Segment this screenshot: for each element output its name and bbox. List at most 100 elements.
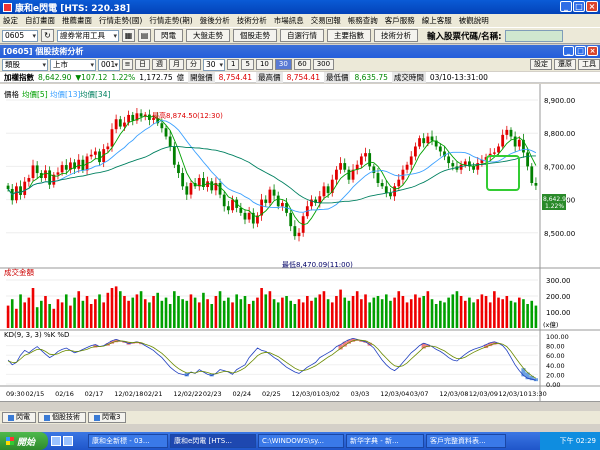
axis-labels: 8,900.008,800.008,700.008,600.008,500.00… <box>6 97 575 398</box>
child-close-icon[interactable]: × <box>587 46 598 56</box>
flash-button[interactable]: 閃電 <box>154 29 183 42</box>
menu-recommended[interactable]: 推薦畫面 <box>62 15 92 26</box>
stock-code-combo[interactable]: 0605 <box>2 29 38 42</box>
maximize-icon[interactable]: □ <box>573 1 585 12</box>
mult-1-button[interactable]: 1 <box>227 59 240 70</box>
volume-bar <box>35 307 39 328</box>
menu-custom-screen[interactable]: 自訂畫面 <box>25 15 55 26</box>
mult-30-button[interactable]: 30 <box>274 59 292 70</box>
menu-online-support[interactable]: 線上客服 <box>422 15 452 26</box>
period-week-button[interactable]: 週 <box>152 59 167 70</box>
tab-technical[interactable]: 個股技術 <box>38 412 86 423</box>
mult-300-button[interactable]: 300 <box>312 59 335 70</box>
settings-button[interactable]: 設定 <box>530 59 552 70</box>
volume-bar <box>6 305 10 328</box>
os-taskbar: 開始 康和全新標 - 03... 康和e閃電 [HTS... C:\WINDOW… <box>0 432 600 450</box>
menu-market-info[interactable]: 市場訊息 <box>274 15 304 26</box>
candle-body <box>226 206 230 211</box>
market-combo[interactable]: 上市 <box>50 58 96 71</box>
candle-body <box>409 156 413 165</box>
tab-flash[interactable]: 閃電 <box>2 412 36 423</box>
refresh-icon[interactable]: ↻ <box>41 29 54 42</box>
close-icon[interactable]: × <box>586 1 598 12</box>
child-minimize-icon[interactable]: _ <box>563 46 574 56</box>
mult-5-button[interactable]: 5 <box>241 59 254 70</box>
watchlist-button[interactable]: 自選行情 <box>280 29 324 42</box>
x-tick-label: 12/03/09 <box>469 390 498 398</box>
period-day-button[interactable]: 日 <box>135 59 150 70</box>
task-item-3[interactable]: C:\WINDOWS\sy... <box>258 434 344 448</box>
child-window-title-bar: [0605] 個股技術分析 _ □ × <box>0 45 600 58</box>
index-change: ▼107.12 <box>75 72 108 82</box>
candle-body <box>505 129 509 135</box>
volume-bar <box>355 291 359 328</box>
menu-service[interactable]: 客戶服務 <box>385 15 415 26</box>
mult-10-button[interactable]: 10 <box>255 59 273 70</box>
menu-quotes-futures[interactable]: 行情走勢(期) <box>149 15 192 26</box>
menu-technical[interactable]: 技術分析 <box>237 15 267 26</box>
menu-quotes-stock[interactable]: 行情走勢(國) <box>99 15 142 26</box>
tools-combo[interactable]: 證券常用工具 <box>57 29 119 42</box>
candle-body <box>438 146 442 152</box>
volume-bar <box>60 302 64 328</box>
chart-svg[interactable]: 價格 均價[5] 均價[13] 均價[34] 8,900.00 8,800.00 8… <box>0 84 600 402</box>
restore-button[interactable]: 還原 <box>554 59 576 70</box>
volume-bar <box>206 299 209 328</box>
volume-bar <box>530 300 534 328</box>
window-title: 康和e閃電 [HTS: 220.38] <box>15 3 131 14</box>
period-month-button[interactable]: 月 <box>169 59 184 70</box>
minute-combo[interactable]: 30 <box>203 58 225 71</box>
task-item-5[interactable]: 客戶完整資料表... <box>426 434 506 448</box>
candle-body <box>222 194 226 207</box>
menu-settings[interactable]: 設定 <box>3 15 18 26</box>
mult-60-button[interactable]: 60 <box>293 59 311 70</box>
candle-body <box>164 128 168 137</box>
candle-body <box>114 119 118 130</box>
minimize-icon[interactable]: _ <box>560 1 572 12</box>
volume-bar <box>110 288 114 328</box>
print-icon[interactable]: ▤ <box>138 29 151 42</box>
technical-analysis-button[interactable]: 技術分析 <box>374 29 418 42</box>
candle-body <box>289 212 293 227</box>
volume-bar <box>289 300 293 328</box>
tab-flash3[interactable]: 閃電3 <box>88 412 127 423</box>
candle-body <box>517 139 521 147</box>
period-minute-button[interactable]: 分 <box>186 59 201 70</box>
stock-trend-button[interactable]: 個股走勢 <box>233 29 277 42</box>
child-restore-icon[interactable]: □ <box>575 46 586 56</box>
search-input[interactable] <box>504 29 563 42</box>
major-index-button[interactable]: 主要指數 <box>327 29 371 42</box>
stock-list-icon[interactable]: ≡ <box>122 59 133 70</box>
candle-body <box>27 178 31 182</box>
grid-icon[interactable]: ▦ <box>122 29 135 42</box>
menu-help[interactable]: 被觀說明 <box>459 15 489 26</box>
tab-icon <box>94 414 100 421</box>
ie-icon[interactable] <box>51 436 61 446</box>
volume-bar <box>376 296 380 328</box>
task-item-1[interactable]: 康和全新標 - 03... <box>88 434 168 448</box>
volume-bar <box>426 291 430 328</box>
candle-body <box>231 199 234 211</box>
candle-body <box>23 181 27 195</box>
volume-tick-label: 200.00 <box>546 293 571 301</box>
market-trend-button[interactable]: 大盤走勢 <box>186 29 230 42</box>
task-item-2[interactable]: 康和e閃電 [HTS... <box>170 434 256 448</box>
category-combo[interactable]: 類股 <box>2 58 48 71</box>
menu-trade-report[interactable]: 交易回報 <box>311 15 341 26</box>
desktop-icon[interactable] <box>63 436 73 446</box>
tools-button[interactable]: 工具 <box>578 59 600 70</box>
index-code-combo[interactable]: 001 <box>98 58 120 71</box>
index-pct: 1.22% <box>111 72 136 82</box>
menu-bar: 設定 自訂畫面 推薦畫面 行情走勢(國) 行情走勢(期) 盤後分析 技術分析 市… <box>0 14 600 27</box>
volume-unit: 億 <box>176 72 185 82</box>
volume-bar <box>480 294 484 328</box>
technical-chart[interactable]: 價格 均價[5] 均價[13] 均價[34] 8,900.00 8,800.00 8… <box>0 84 600 402</box>
volume-bar <box>476 299 480 328</box>
start-button[interactable]: 開始 <box>0 432 48 450</box>
menu-account[interactable]: 帳務查詢 <box>348 15 378 26</box>
volume-bar <box>256 297 259 328</box>
candle-body <box>48 170 52 185</box>
volume-bar <box>202 292 205 328</box>
menu-after-hours[interactable]: 盤後分析 <box>200 15 230 26</box>
task-item-4[interactable]: 新华字典 - 新... <box>346 434 424 448</box>
